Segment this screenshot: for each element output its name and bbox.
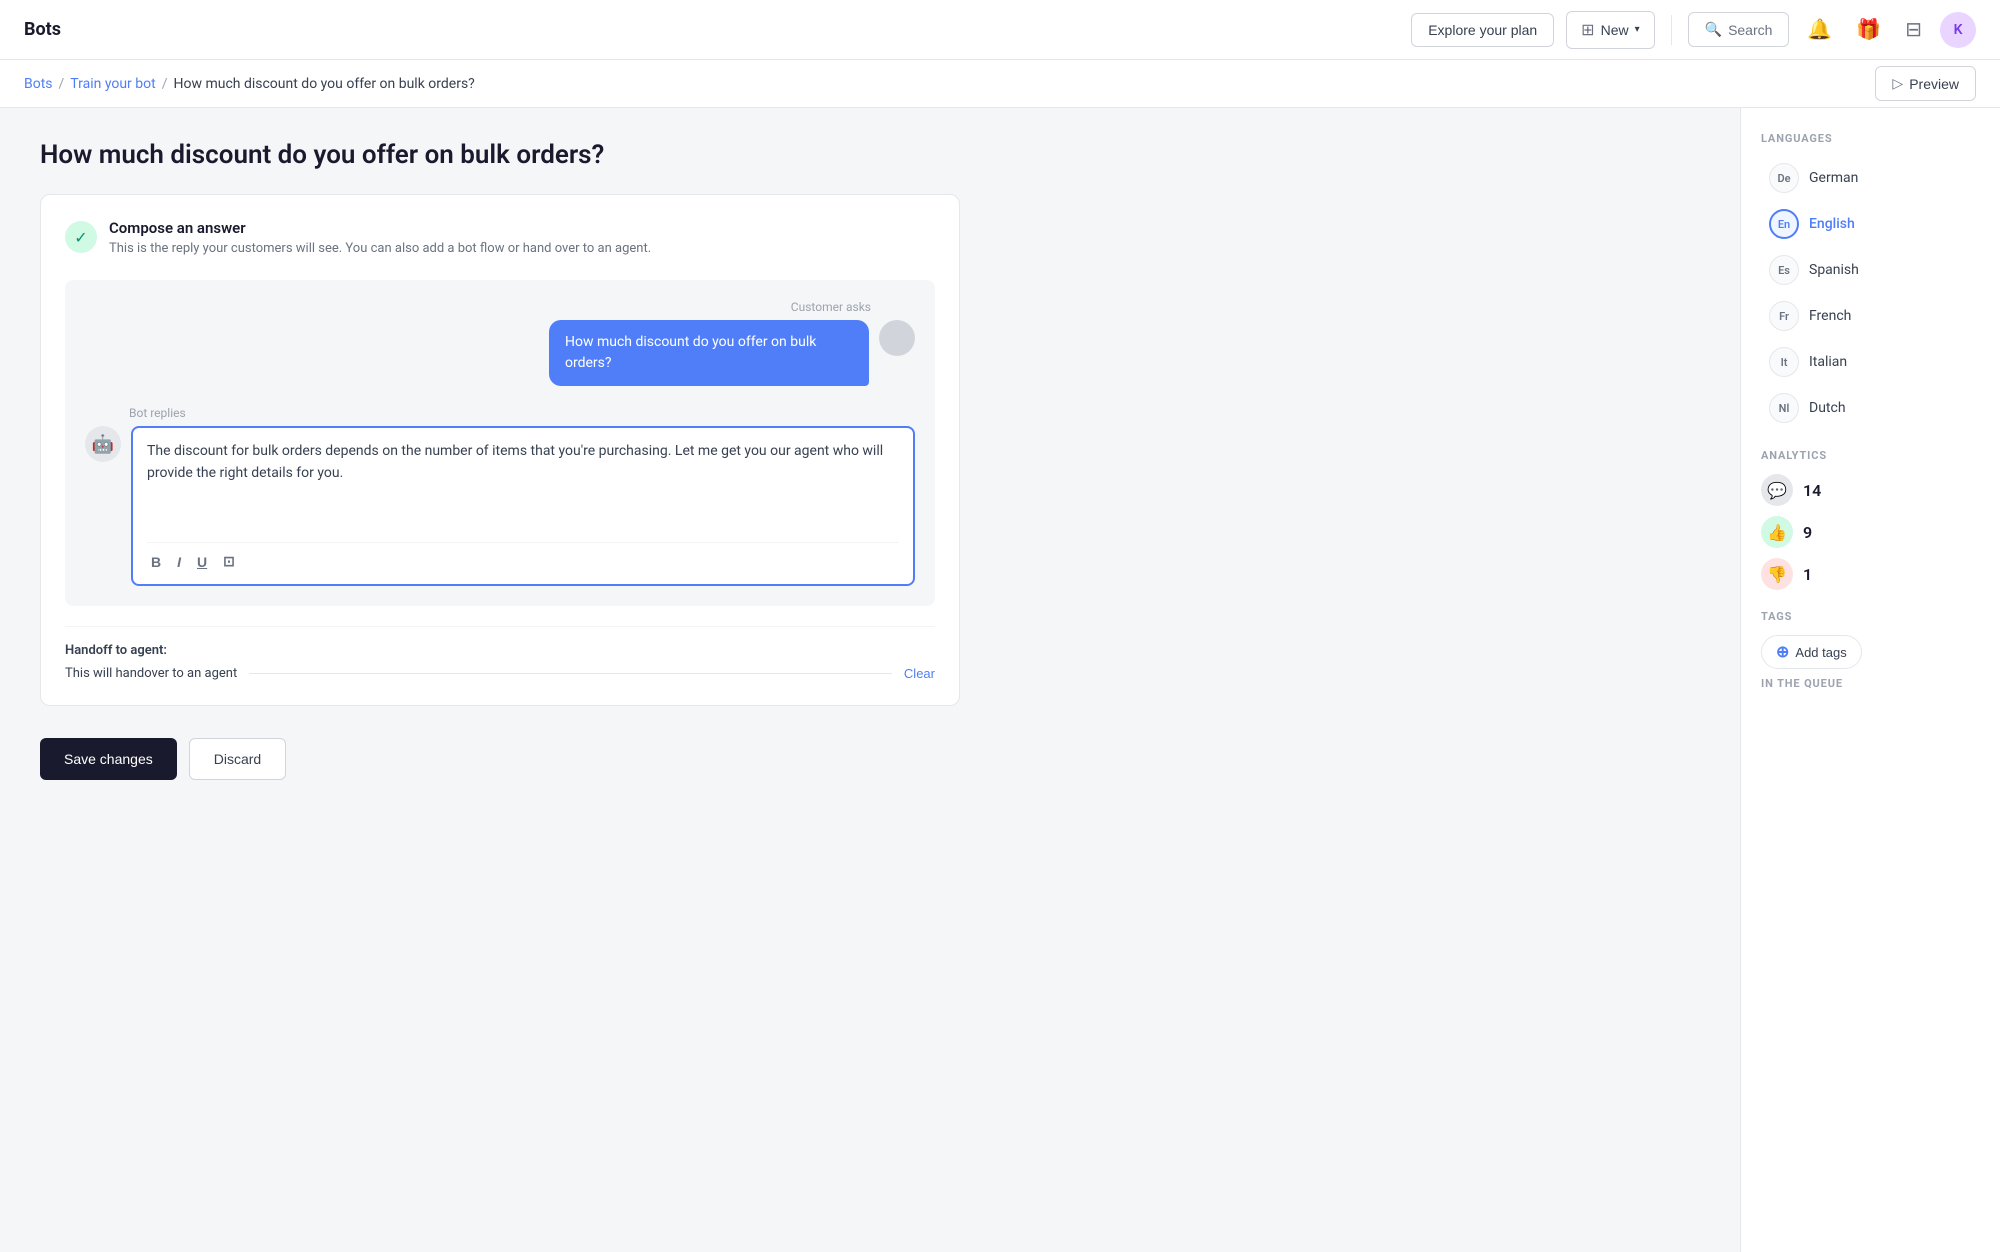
notifications-button[interactable]: 🔔 — [1801, 11, 1838, 48]
check-icon: ✓ — [65, 221, 97, 253]
customer-asks-label: Customer asks — [85, 300, 871, 314]
chevron-down-icon: ▾ — [1635, 24, 1640, 35]
editor-toolbar: B I U ⊡ — [147, 542, 899, 572]
queue-section-title: IN THE QUEUE — [1761, 677, 1980, 690]
lang-name-nl: Dutch — [1809, 400, 1846, 416]
breadcrumb-train[interactable]: Train your bot — [70, 76, 155, 92]
lang-name-fr: French — [1809, 308, 1851, 324]
handoff-section: Handoff to agent: This will handover to … — [65, 626, 935, 681]
topnav: Bots Explore your plan ⊞ New ▾ 🔍 Search … — [0, 0, 2000, 60]
plus-circle-icon: ⊕ — [1776, 642, 1789, 662]
main-layout: How much discount do you offer on bulk o… — [0, 108, 2000, 1252]
discard-button[interactable]: Discard — [189, 738, 286, 780]
languages-list: De German En English Es Spanish Fr Frenc… — [1761, 157, 1980, 429]
chat-preview: Customer asks How much discount do you o… — [65, 280, 935, 606]
search-icon: 🔍 — [1705, 21, 1722, 38]
save-changes-button[interactable]: Save changes — [40, 738, 177, 780]
analytics-count-0: 14 — [1803, 481, 1821, 500]
analytics-section-title: ANALYTICS — [1761, 449, 1980, 462]
compose-header: ✓ Compose an answer This is the reply yo… — [65, 219, 935, 256]
gift-button[interactable]: 🎁 — [1850, 11, 1887, 48]
compose-heading: Compose an answer — [109, 219, 651, 237]
analytics-row-0: 💬 14 — [1761, 474, 1980, 506]
handoff-row: This will handover to an agent Clear — [65, 666, 935, 681]
analytics-icon-negative: 👎 — [1761, 558, 1793, 590]
bot-replies-label: Bot replies — [129, 406, 915, 420]
language-item-es[interactable]: Es Spanish — [1761, 249, 1980, 291]
new-button[interactable]: ⊞ New ▾ — [1566, 11, 1654, 49]
customer-avatar — [879, 320, 915, 356]
language-item-de[interactable]: De German — [1761, 157, 1980, 199]
breadcrumb: Bots / Train your bot / How much discoun… — [24, 76, 475, 92]
analytics-row-1: 👍 9 — [1761, 516, 1980, 548]
customer-message-row: How much discount do you offer on bulk o… — [85, 320, 915, 386]
lang-name-it: Italian — [1809, 354, 1847, 370]
image-button[interactable]: ⊡ — [219, 551, 239, 572]
clear-handoff-button[interactable]: Clear — [904, 666, 935, 681]
lang-badge-en: En — [1769, 209, 1799, 239]
underline-button[interactable]: U — [193, 551, 211, 572]
app-logo: Bots — [24, 19, 61, 40]
lang-badge-nl: Nl — [1769, 393, 1799, 423]
bot-reply-text[interactable]: The discount for bulk orders depends on … — [147, 440, 899, 530]
play-icon: ▷ — [1892, 75, 1903, 92]
compose-header-text: Compose an answer This is the reply your… — [109, 219, 651, 256]
settings-button[interactable]: ⊟ — [1899, 11, 1928, 48]
nav-divider — [1671, 15, 1672, 45]
page-title: How much discount do you offer on bulk o… — [40, 140, 1700, 170]
breadcrumb-sep-2: / — [162, 76, 168, 92]
content-area: How much discount do you offer on bulk o… — [0, 108, 1740, 1252]
lang-name-de: German — [1809, 170, 1858, 186]
analytics-icon-positive: 👍 — [1761, 516, 1793, 548]
plus-icon: ⊞ — [1581, 20, 1594, 40]
customer-bubble: How much discount do you offer on bulk o… — [549, 320, 869, 386]
language-item-it[interactable]: It Italian — [1761, 341, 1980, 383]
tags-section-title: TAGS — [1761, 610, 1980, 623]
compose-card: ✓ Compose an answer This is the reply yo… — [40, 194, 960, 706]
italic-button[interactable]: I — [173, 551, 185, 572]
analytics-count-1: 9 — [1803, 523, 1812, 542]
breadcrumb-current: How much discount do you offer on bulk o… — [173, 76, 474, 92]
compose-subtext: This is the reply your customers will se… — [109, 241, 651, 256]
analytics-list: 💬 14 👍 9 👎 1 — [1761, 474, 1980, 590]
lang-badge-fr: Fr — [1769, 301, 1799, 331]
bold-button[interactable]: B — [147, 551, 165, 572]
breadcrumb-sep-1: / — [59, 76, 65, 92]
language-item-en[interactable]: En English — [1761, 203, 1980, 245]
bot-message-row: 🤖 The discount for bulk orders depends o… — [85, 426, 915, 586]
action-buttons: Save changes Discard — [40, 738, 1700, 780]
lang-badge-de: De — [1769, 163, 1799, 193]
breadcrumb-bots[interactable]: Bots — [24, 76, 53, 92]
lang-name-es: Spanish — [1809, 262, 1859, 278]
add-tags-button[interactable]: ⊕ Add tags — [1761, 635, 1862, 669]
search-button[interactable]: 🔍 Search — [1688, 12, 1790, 47]
language-item-nl[interactable]: Nl Dutch — [1761, 387, 1980, 429]
bot-reply-editor[interactable]: The discount for bulk orders depends on … — [131, 426, 915, 586]
breadcrumb-bar: Bots / Train your bot / How much discoun… — [0, 60, 2000, 108]
language-item-fr[interactable]: Fr French — [1761, 295, 1980, 337]
analytics-icon-neutral: 💬 — [1761, 474, 1793, 506]
handoff-label: Handoff to agent: — [65, 643, 935, 658]
lang-badge-it: It — [1769, 347, 1799, 377]
handoff-text: This will handover to an agent — [65, 666, 237, 681]
preview-button[interactable]: ▷ Preview — [1875, 66, 1976, 101]
analytics-count-2: 1 — [1803, 565, 1812, 584]
lang-badge-es: Es — [1769, 255, 1799, 285]
user-avatar[interactable]: K — [1940, 12, 1976, 48]
bot-avatar: 🤖 — [85, 426, 121, 462]
explore-plan-button[interactable]: Explore your plan — [1411, 13, 1554, 47]
lang-name-en: English — [1809, 216, 1855, 232]
languages-section-title: LANGUAGES — [1761, 132, 1980, 145]
analytics-row-2: 👎 1 — [1761, 558, 1980, 590]
sidebar-panel: LANGUAGES De German En English Es Spanis… — [1740, 108, 2000, 1252]
handoff-line — [249, 673, 892, 674]
